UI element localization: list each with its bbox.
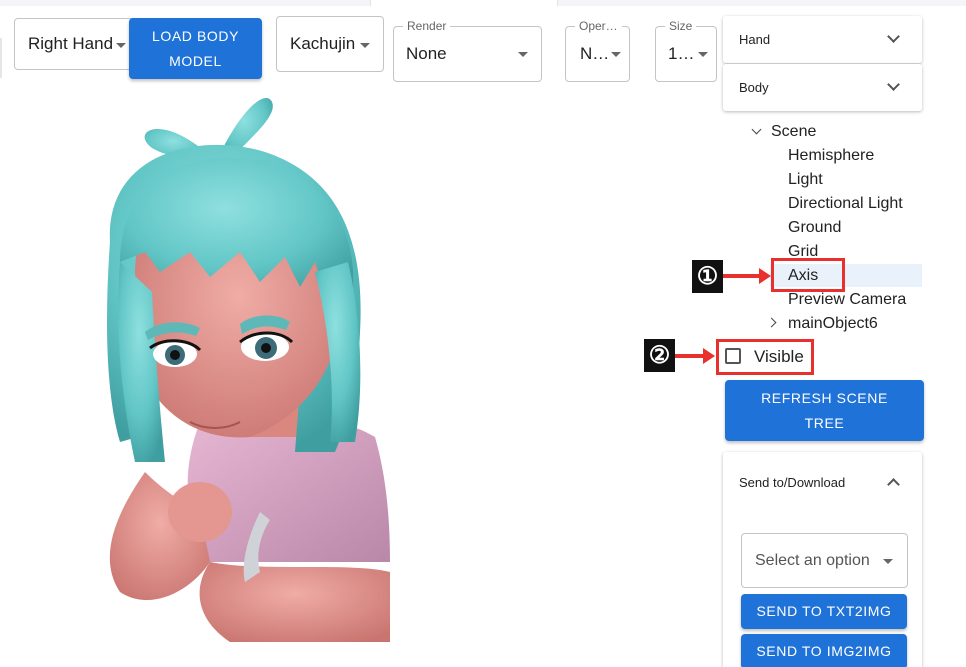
render-select[interactable]: Render None: [393, 19, 542, 82]
tree-item-light[interactable]: Light: [788, 170, 823, 190]
size-select-value: 1…: [668, 44, 695, 63]
tree-item-mainobject6[interactable]: mainObject6: [788, 314, 878, 334]
send-target-placeholder: Select an option: [755, 551, 870, 569]
top-tab-strip: [0, 0, 966, 6]
annotation-box-visible: [716, 339, 814, 375]
model-select[interactable]: Kachujin: [276, 16, 384, 72]
send-to-txt2img-button[interactable]: SEND TO TXT2IMG: [741, 594, 907, 629]
size-select-label: Size: [665, 19, 697, 33]
send-target-select[interactable]: Select an option: [741, 533, 908, 588]
arrow-head-icon: [759, 268, 771, 284]
refresh-scene-tree-button[interactable]: REFRESH SCENE TREE: [725, 380, 924, 441]
send-to-img2img-button[interactable]: SEND TO IMG2IMG: [741, 634, 907, 667]
chevron-down-icon: [887, 78, 900, 91]
chevron-down-icon: [116, 43, 126, 48]
chevron-down-icon: [698, 52, 708, 57]
refresh-line2: TREE: [804, 414, 845, 431]
chevron-down-icon[interactable]: [751, 124, 762, 135]
body-accordion[interactable]: Body: [723, 64, 922, 111]
chevron-right-icon[interactable]: [766, 317, 777, 328]
chevron-down-icon: [611, 52, 621, 57]
send-txt2img-label: SEND TO TXT2IMG: [756, 603, 892, 619]
hand-select-value: Right Hand: [28, 34, 114, 53]
chevron-down-icon: [360, 43, 370, 48]
model-select-value: Kachujin: [290, 34, 356, 53]
tree-item-scene[interactable]: Scene: [771, 122, 816, 142]
load-body-model-button[interactable]: LOAD BODY MODEL: [129, 18, 262, 79]
tree-item-preview-camera[interactable]: Preview Camera: [788, 290, 906, 310]
annotation-arrow-1: [723, 274, 759, 278]
chevron-down-icon: [883, 559, 893, 564]
callout-1-badge: ①: [692, 260, 723, 293]
refresh-line1: REFRESH SCENE: [761, 389, 888, 406]
chevron-up-icon[interactable]: [887, 478, 900, 491]
hand-accordion[interactable]: Hand: [723, 16, 922, 63]
operation-select-label: Oper…: [575, 19, 622, 33]
tree-item-directional-light[interactable]: Directional Light: [788, 194, 903, 214]
tree-item-ground[interactable]: Ground: [788, 218, 841, 238]
arrow-head-icon: [703, 348, 715, 364]
render-select-label: Render: [403, 19, 451, 33]
chevron-down-icon: [887, 30, 900, 43]
send-img2img-label: SEND TO IMG2IMG: [756, 643, 892, 659]
annotation-arrow-2: [675, 354, 705, 358]
load-body-line1: LOAD BODY: [151, 27, 240, 44]
character-model: [107, 97, 390, 642]
operation-select[interactable]: Oper… N…: [565, 19, 630, 82]
tree-item-hemisphere[interactable]: Hemisphere: [788, 146, 874, 166]
send-card-title: Send to/Download: [739, 475, 846, 490]
hand-select[interactable]: Right Hand: [14, 18, 138, 70]
3d-viewport[interactable]: [90, 92, 470, 642]
left-edge-divider: [0, 38, 2, 78]
size-select[interactable]: Size 1…: [655, 19, 717, 82]
load-body-line2: MODEL: [169, 52, 222, 69]
hand-accordion-label: Hand: [739, 32, 771, 47]
chevron-down-icon: [518, 52, 528, 57]
operation-select-value: N…: [580, 44, 610, 63]
render-select-value: None: [406, 44, 447, 63]
active-tab[interactable]: [370, 0, 558, 6]
body-accordion-label: Body: [739, 80, 769, 95]
annotation-box-axis: [771, 258, 845, 292]
callout-2-badge: ②: [644, 339, 675, 372]
